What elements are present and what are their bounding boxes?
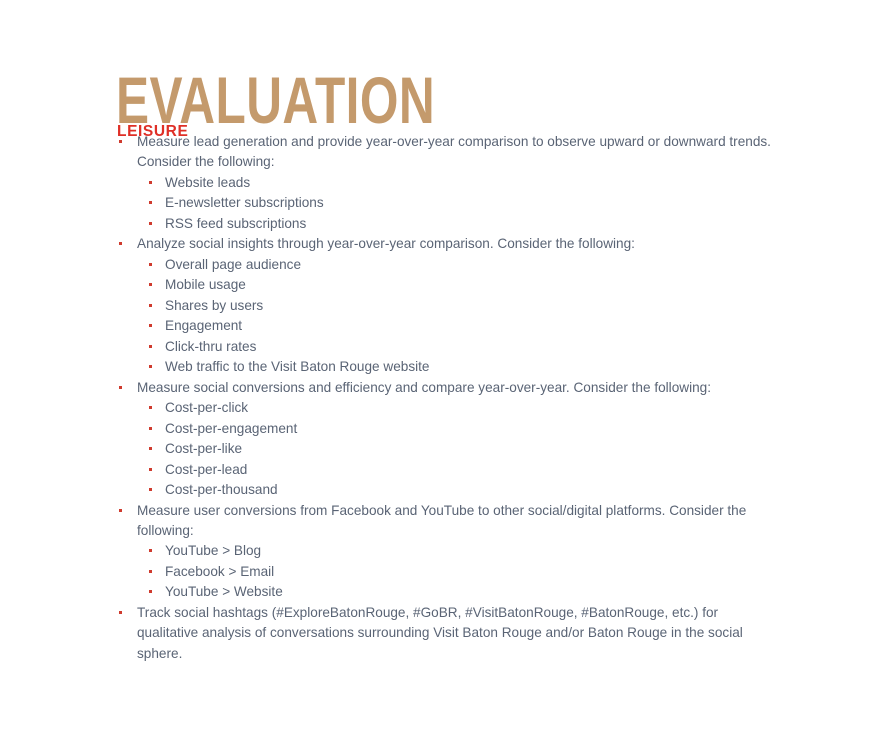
- sub-bullet-text: Cost-per-click: [165, 400, 249, 416]
- sub-bullet-text: Website leads: [165, 174, 251, 190]
- sub-bullet-item: Website leads: [137, 173, 885, 194]
- sub-bullet-item: E-newsletter subscriptions: [137, 193, 885, 214]
- bullet-marker-icon: [149, 180, 152, 184]
- sub-bullet-item: Cost-per-thousand: [137, 480, 885, 501]
- bullet-marker-icon: [149, 549, 152, 553]
- evaluation-bullet-list: Measure lead generation and provide year…: [0, 132, 885, 664]
- bullet-list-level2: YouTube > Blog Facebook > Email YouTube > …: [137, 541, 885, 603]
- bullet-marker-icon: [149, 406, 152, 410]
- sub-bullet-text: Click-thru rates: [165, 338, 257, 354]
- bullet-text: Measure user conversions from Facebook a…: [137, 502, 747, 539]
- bullet-list-level1: Measure lead generation and provide year…: [0, 132, 885, 664]
- sub-bullet-item: Click-thru rates: [137, 337, 885, 358]
- bullet-marker-icon: [149, 221, 152, 225]
- bullet-text: Measure social conversions and efficienc…: [137, 379, 711, 395]
- sub-bullet-item: Web traffic to the Visit Baton Rouge web…: [137, 357, 885, 378]
- bullet-marker-icon: [149, 262, 152, 266]
- bullet-list-level2: Overall page audience Mobile usage Shares …: [137, 255, 885, 378]
- bullet-marker-icon: [149, 590, 152, 594]
- sub-bullet-item: Cost-per-engagement: [137, 419, 885, 440]
- bullet-marker-icon: [149, 488, 152, 492]
- sub-bullet-text: Facebook > Email: [165, 563, 275, 579]
- sub-bullet-text: Engagement: [165, 318, 243, 334]
- sub-bullet-item: Overall page audience: [137, 255, 885, 276]
- sub-bullet-item: Mobile usage: [137, 275, 885, 296]
- bullet-text: Measure lead generation and provide year…: [137, 134, 771, 170]
- bullet-marker-icon: [119, 385, 122, 389]
- bullet-marker-icon: [149, 324, 152, 328]
- sub-bullet-item: Cost-per-lead: [137, 460, 885, 481]
- bullet-marker-icon: [119, 508, 122, 512]
- sub-bullet-text: Overall page audience: [165, 256, 302, 272]
- sub-bullet-text: Cost-per-engagement: [165, 420, 298, 436]
- bullet-item: Measure lead generation and provide year…: [0, 132, 885, 234]
- sub-bullet-text: E-newsletter subscriptions: [165, 195, 324, 211]
- bullet-marker-icon: [149, 569, 152, 573]
- sub-bullet-text: YouTube > Blog: [165, 543, 262, 559]
- sub-bullet-item: YouTube > Blog: [137, 541, 885, 562]
- sub-bullet-item: YouTube > Website: [137, 582, 885, 603]
- bullet-list-level2: Cost-per-click Cost-per-engagement Cost-pe…: [137, 398, 885, 501]
- sub-bullet-item: Cost-per-like: [137, 439, 885, 460]
- bullet-item: Measure social conversions and efficienc…: [0, 378, 885, 501]
- bullet-marker-icon: [149, 467, 152, 471]
- bullet-marker-icon: [119, 242, 122, 246]
- sub-bullet-text: Shares by users: [165, 297, 264, 313]
- sub-bullet-item: Engagement: [137, 316, 885, 337]
- bullet-marker-icon: [119, 610, 122, 614]
- bullet-marker-icon: [149, 201, 152, 205]
- sub-bullet-text: YouTube > Website: [165, 584, 283, 600]
- bullet-text: Track social hashtags (#ExploreBatonRoug…: [137, 604, 743, 661]
- document-page: EVALUATION LEISURE Measure lead generati…: [0, 0, 885, 740]
- bullet-marker-icon: [149, 344, 152, 348]
- sub-bullet-item: Facebook > Email: [137, 562, 885, 583]
- bullet-marker-icon: [149, 303, 152, 307]
- sub-bullet-item: RSS feed subscriptions: [137, 214, 885, 235]
- bullet-item: Track social hashtags (#ExploreBatonRoug…: [0, 603, 885, 664]
- bullet-marker-icon: [149, 426, 152, 430]
- sub-bullet-text: Cost-per-lead: [165, 461, 248, 477]
- bullet-item: Analyze social insights through year-ove…: [0, 234, 885, 377]
- sub-bullet-item: Shares by users: [137, 296, 885, 317]
- bullet-marker-icon: [149, 283, 152, 287]
- sub-bullet-text: Mobile usage: [165, 277, 246, 293]
- bullet-marker-icon: [119, 140, 122, 143]
- bullet-list-level2: Website leads E-newsletter subscriptions R…: [137, 173, 885, 235]
- sub-bullet-text: RSS feed subscriptions: [165, 215, 307, 231]
- sub-bullet-text: Cost-per-thousand: [165, 482, 278, 498]
- bullet-text: Analyze social insights through year-ove…: [137, 236, 635, 252]
- sub-bullet-text: Web traffic to the Visit Baton Rouge web…: [165, 359, 430, 375]
- bullet-marker-icon: [149, 447, 152, 451]
- sub-bullet-item: Cost-per-click: [137, 398, 885, 419]
- sub-bullet-text: Cost-per-like: [165, 441, 243, 457]
- bullet-item: Measure user conversions from Facebook a…: [0, 501, 885, 603]
- bullet-marker-icon: [149, 365, 152, 369]
